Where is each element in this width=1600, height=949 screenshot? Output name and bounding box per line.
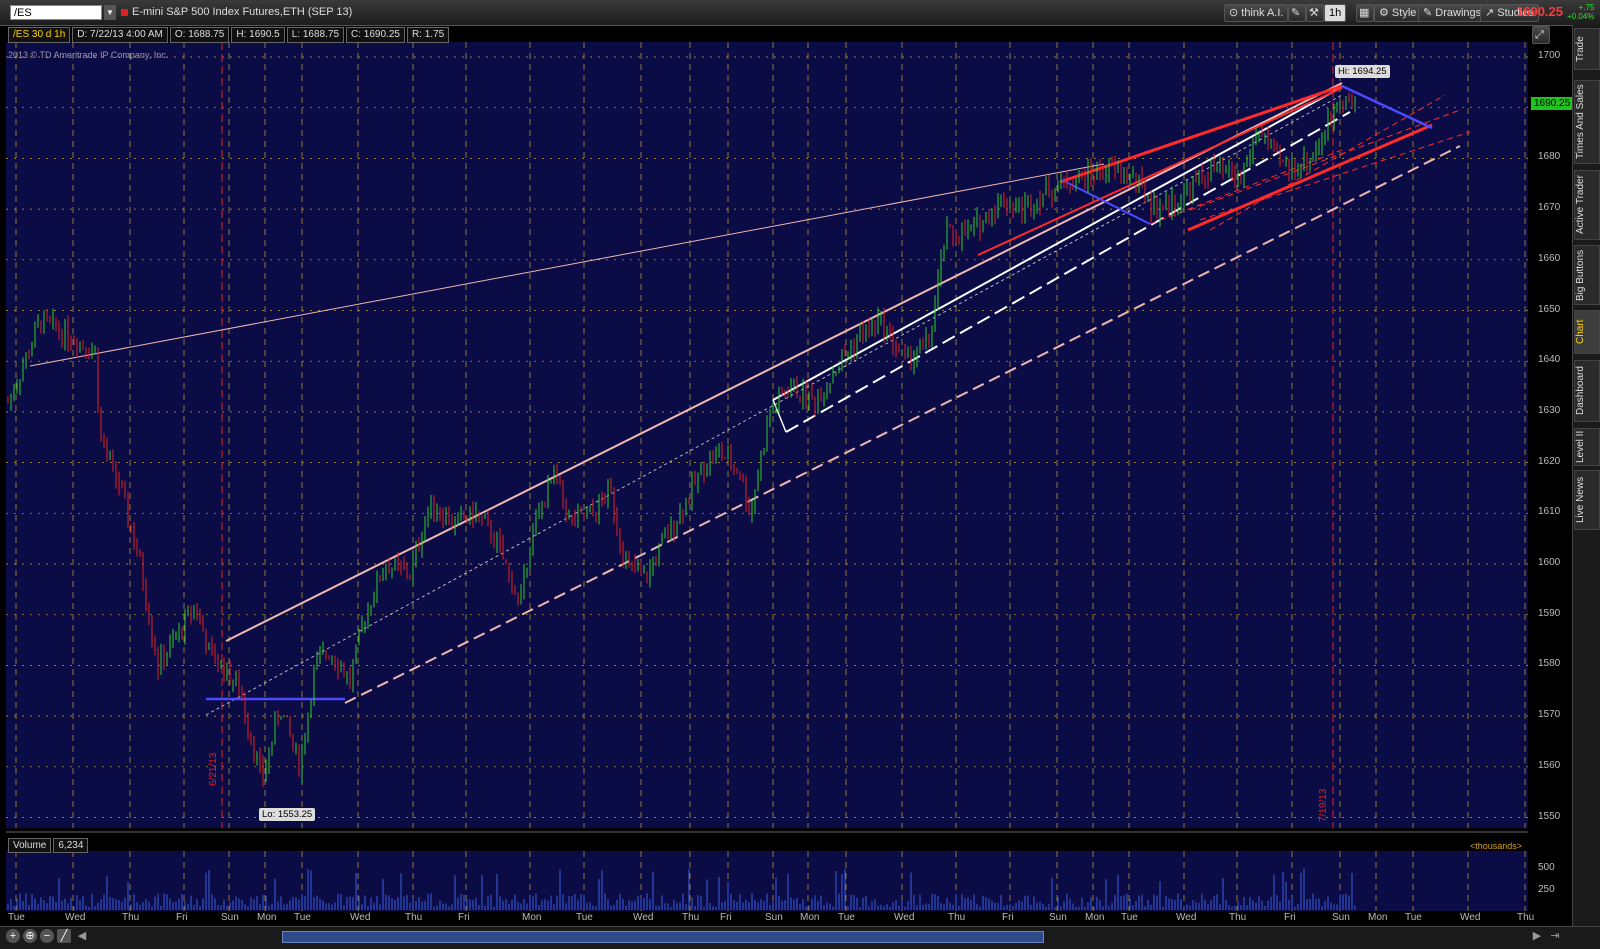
volume-axis-250: 250 [1538, 884, 1555, 895]
time-axis-label: Wed [633, 912, 654, 923]
price-axis-label: 1560 [1538, 759, 1561, 771]
zoom-out-icon[interactable]: − [40, 929, 54, 943]
time-axis-label: Thu [405, 912, 423, 923]
draw-line-icon[interactable]: ╱ [57, 929, 71, 943]
bar-range: R: 1.75 [406, 27, 450, 43]
sidebar-tab-chart[interactable]: Chart [1574, 310, 1600, 354]
sidebar-tab-active-trader[interactable]: Active Trader [1574, 170, 1600, 240]
sidebar-tab-live-news[interactable]: Live News [1574, 470, 1600, 530]
time-axis-label: Thu [122, 912, 140, 923]
price-axis-label: 1700 [1538, 50, 1561, 61]
time-axis-label: Wed [1460, 912, 1481, 923]
time-axis-label: Wed [65, 912, 86, 923]
time-axis-label: Sun [221, 912, 239, 923]
price-axis-label: 1550 [1538, 810, 1561, 822]
time-axis-label: Sun [1332, 912, 1350, 923]
bar-close: C: 1690.25 [346, 27, 405, 43]
time-axis-label: Mon [800, 912, 820, 923]
time-axis-label: Mon [1368, 912, 1388, 923]
time-axis-label: Wed [894, 912, 915, 923]
time-axis-label: Fri [720, 912, 732, 923]
time-axis-label: Mon [522, 912, 542, 923]
price-axis-label: 1610 [1538, 506, 1561, 518]
price-axis-label: 1620 [1538, 455, 1561, 467]
time-axis-label: Sun [765, 912, 783, 923]
time-axis-label: Mon [1085, 912, 1105, 923]
volume-units: <thousands> [1470, 841, 1523, 851]
scroll-right-icon[interactable]: ▶ [1530, 929, 1544, 943]
time-axis-label: Tue [294, 912, 311, 923]
time-axis-label: Thu [1517, 912, 1535, 923]
time-axis-label: Tue [838, 912, 855, 923]
volume-label: Volume [8, 838, 52, 853]
price-chart[interactable] [0, 0, 1572, 926]
time-axis-label: Fri [458, 912, 470, 923]
zoom-in-icon[interactable]: + [6, 929, 20, 943]
marker-date-2: 7/19/13 [1318, 788, 1329, 822]
sidebar-tab-big-buttons[interactable]: Big Buttons [1574, 245, 1600, 305]
chart-symbol: /ES 30 d 1h [8, 27, 71, 43]
time-axis-label: Mon [257, 912, 277, 923]
price-axis-label: 1590 [1538, 607, 1561, 619]
time-axis-label: Thu [1229, 912, 1247, 923]
time-axis-label: Thu [948, 912, 966, 923]
bar-open: O: 1688.75 [169, 27, 230, 43]
time-axis-label: Sun [1049, 912, 1067, 923]
price-axis-label: 1650 [1538, 303, 1561, 315]
time-axis-label: Fri [176, 912, 188, 923]
time-axis-label: Tue [1121, 912, 1138, 923]
time-axis-label: Wed [350, 912, 371, 923]
price-axis-label: 1640 [1538, 354, 1561, 366]
low-label: Lo: 1553.25 [259, 808, 316, 821]
sidebar-tab-trade[interactable]: Trade [1574, 28, 1600, 70]
price-axis-label: 1580 [1538, 658, 1561, 670]
ohlc-header: /ES 30 d 1h D: 7/22/13 4:00 AM O: 1688.7… [8, 27, 451, 43]
sidebar-tab-times-and-sales[interactable]: Times And Sales [1574, 80, 1600, 164]
marker-date-1: 6/21/13 [208, 752, 219, 786]
time-axis-label: Thu [682, 912, 700, 923]
sidebar-tab-dashboard[interactable]: Dashboard [1574, 360, 1600, 422]
current-price-tag: 1690.25 [1531, 97, 1574, 110]
bar-date: D: 7/22/13 4:00 AM [72, 27, 168, 43]
time-axis-label: Tue [1405, 912, 1422, 923]
volume-axis-500: 500 [1538, 862, 1555, 873]
horizontal-scrollbar[interactable] [282, 931, 1044, 943]
time-axis-label: Fri [1284, 912, 1296, 923]
time-axis-label: Fri [1002, 912, 1014, 923]
expand-icon[interactable]: ⤢ [1532, 26, 1550, 44]
price-axis-label: 1630 [1538, 404, 1561, 416]
time-axis-label: Wed [1176, 912, 1197, 923]
price-axis-label: 1670 [1538, 202, 1561, 214]
bar-high: H: 1690.5 [231, 27, 285, 43]
expand-right-icon[interactable]: ⇥ [1548, 929, 1562, 943]
volume-header: Volume 6,234 [8, 838, 90, 853]
time-axis-label: Tue [576, 912, 593, 923]
zoom-fit-icon[interactable]: ⊕ [23, 929, 37, 943]
high-label: Hi: 1694.25 [1335, 65, 1390, 78]
price-axis-label: 1680 [1538, 151, 1561, 163]
bar-low: L: 1688.75 [286, 27, 345, 43]
sidebar-tab-level-ii[interactable]: Level II [1574, 428, 1600, 466]
copyright: 2013 © TD Ameritrade IP Company, Inc. [8, 50, 169, 60]
price-axis-label: 1600 [1538, 557, 1561, 568]
scroll-left-icon[interactable]: ◀ [75, 929, 89, 943]
price-axis-label: 1660 [1538, 252, 1561, 264]
price-axis-label: 1570 [1538, 709, 1561, 721]
time-axis-label: Tue [8, 912, 25, 923]
volume-value: 6,234 [53, 838, 89, 853]
